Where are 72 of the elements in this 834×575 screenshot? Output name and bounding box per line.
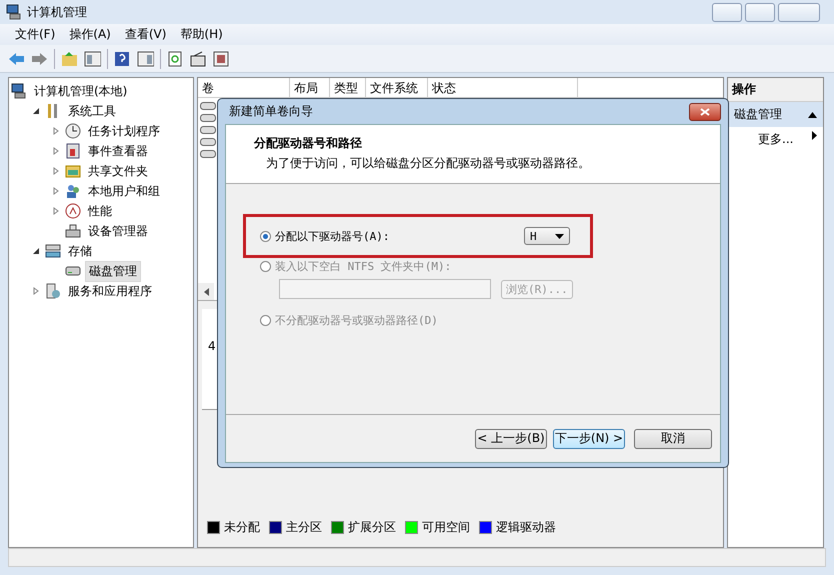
drive-icon: [200, 126, 216, 134]
app-icon: [6, 4, 22, 20]
option-label: 不分配驱动器号或驱动器路径(D): [275, 312, 438, 328]
radio-button[interactable]: [260, 314, 271, 326]
maximize-button[interactable]: [745, 2, 775, 22]
device-icon: [65, 223, 81, 239]
tree-item[interactable]: 本地用户和组: [85, 182, 163, 200]
wizard-heading: 分配驱动器号和路径: [254, 135, 363, 152]
disk-info-text: 4: [208, 339, 217, 353]
column-header[interactable]: 卷: [198, 78, 290, 97]
dialog-title: 新建简单卷向导: [229, 103, 313, 120]
option-label: 分配以下驱动器号(A):: [275, 228, 390, 244]
dropdown-arrow-icon: [555, 234, 564, 238]
window-title: 计算机管理: [27, 4, 87, 20]
wizard-description: 为了便于访问，可以给磁盘分区分配驱动器号或驱动器路径。: [265, 155, 591, 172]
tree-item[interactable]: 服务和应用程序: [65, 282, 155, 300]
legend-label: 扩展分区: [348, 519, 396, 536]
folder-icon: [65, 163, 81, 179]
folder-path-field[interactable]: [279, 279, 491, 299]
forward-arrow-icon: [31, 50, 48, 66]
actions-header: 操作: [728, 78, 823, 102]
radio-button[interactable]: [260, 230, 271, 242]
legend-label: 可用空间: [422, 519, 470, 536]
option-label: 装入以下空白 NTFS 文件夹中(M):: [275, 258, 452, 274]
menu-item[interactable]: 文件(F): [8, 24, 62, 45]
storage-icon: [45, 243, 61, 259]
drive-icon: [200, 102, 216, 110]
users-icon: [65, 183, 81, 199]
computer-icon: [11, 83, 27, 99]
tree-item[interactable]: 系统工具: [65, 102, 119, 120]
tree-item[interactable]: 设备管理器: [85, 222, 151, 240]
help-icon: [114, 50, 131, 66]
gauge-icon: [65, 203, 81, 219]
drive-icon: [200, 150, 216, 158]
back-arrow-icon: [8, 50, 25, 66]
scroll-left-icon: [204, 288, 208, 296]
folder-up-icon: [61, 50, 78, 66]
tree-item[interactable]: 任务计划程序: [85, 122, 163, 140]
menu-item[interactable]: 操作(A): [62, 24, 118, 45]
drive-letter-dropdown[interactable]: H: [524, 227, 570, 245]
minimize-button[interactable]: [712, 2, 742, 22]
tree-item[interactable]: 性能: [85, 202, 115, 220]
wizard-button[interactable]: 取消: [634, 428, 712, 448]
column-header[interactable]: 类型: [330, 78, 366, 97]
menu-item[interactable]: 查看(V): [118, 24, 174, 45]
drive-icon: [200, 114, 216, 122]
action-pane-icon: [137, 50, 154, 66]
radio-button[interactable]: [260, 260, 271, 272]
tree-item[interactable]: 存储: [65, 242, 95, 260]
column-header[interactable]: 布局: [290, 78, 330, 97]
tree-item[interactable]: 磁盘管理: [85, 260, 141, 282]
submenu-arrow-icon: [812, 131, 817, 140]
legend-label: 主分区: [286, 519, 322, 536]
tree-item[interactable]: 共享文件夹: [85, 162, 151, 180]
wizard-button[interactable]: 下一步(N) >: [553, 428, 625, 448]
console-tree-icon: [84, 50, 101, 66]
legend-label: 未分配: [224, 519, 260, 536]
tree-item[interactable]: 计算机管理(本地): [31, 82, 130, 100]
drive-icon: [200, 138, 216, 146]
column-header[interactable]: 状态: [428, 78, 578, 97]
close-icon: [700, 108, 710, 116]
legend-label: 逻辑驱动器: [496, 519, 556, 536]
menu-item[interactable]: 帮助(H): [173, 24, 230, 45]
action-link[interactable]: 更多...: [758, 131, 794, 148]
close-button[interactable]: [689, 102, 721, 120]
wizard-button[interactable]: < 上一步(B): [475, 428, 547, 448]
clock-icon: [65, 123, 81, 139]
log-icon: [65, 143, 81, 159]
tree-item[interactable]: 事件查看器: [85, 142, 151, 160]
column-header[interactable]: 文件系统: [366, 78, 428, 97]
services-icon: [45, 283, 61, 299]
collapse-arrow-icon: [808, 112, 817, 118]
